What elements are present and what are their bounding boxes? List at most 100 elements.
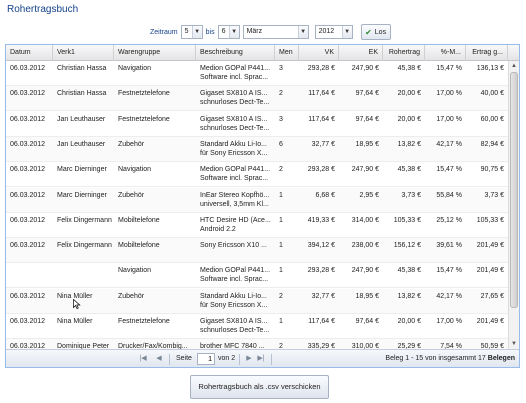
cell-roh: 45,38 € <box>397 166 421 173</box>
cell-gruppe: Zubehör <box>118 141 145 148</box>
to-day-value: 6 <box>221 28 226 35</box>
cell-ek: 2,95 € <box>359 192 379 199</box>
table-row[interactable]: 06.03.2012 Nina Müller Zubehör Standard Akk… <box>6 289 508 314</box>
cell-verk: Marc Dierninger <box>57 166 107 173</box>
cell-vk: 293,28 € <box>307 166 335 173</box>
table-row[interactable]: 06.03.2012 Felix Dingermann Mobiltelefone S… <box>6 238 508 263</box>
cell-beschreibung-line2: schnurloses Dect-Te... <box>200 125 270 132</box>
toolbar-separator <box>169 354 170 365</box>
cell-gruppe: Festnetztelefone <box>118 90 170 97</box>
col-header-ek[interactable]: EK <box>339 45 383 61</box>
cell-menge: 3 <box>279 65 283 72</box>
vertical-scrollbar[interactable]: ▲ ▼ <box>508 61 519 349</box>
table-row[interactable]: 06.03.2012 Jan Leuthauser Zubehör Standard … <box>6 137 508 162</box>
scrollbar-thumb[interactable] <box>510 72 518 308</box>
cell-beschreibung: InEar Stereo Kopfhö... <box>200 192 270 199</box>
col-header-datum[interactable]: Datum <box>6 45 53 61</box>
table-row[interactable]: 06.03.2012 Jan Leuthauser Festnetztelefone… <box>6 112 508 137</box>
table-row[interactable]: 06.03.2012 Marc Dierninger Zubehör InEar St… <box>6 188 508 213</box>
first-page-icon[interactable]: |◀ <box>138 354 148 364</box>
chevron-down-icon[interactable]: ▼ <box>228 26 239 38</box>
col-header-verk1[interactable]: Verk1 <box>53 45 114 61</box>
cell-menge: 1 <box>279 192 283 199</box>
export-csv-button[interactable]: Rohertragsbuch als .csv verschicken <box>190 375 329 399</box>
cell-vk: 32,77 € <box>311 293 335 300</box>
cell-beschreibung: Gigaset SX810 A IS... <box>200 318 268 325</box>
col-header-marge[interactable]: %-M... <box>425 45 466 61</box>
cell-vk: 419,33 € <box>307 217 335 224</box>
cell-beschreibung: Gigaset SX810 A IS... <box>200 90 268 97</box>
table-row[interactable]: 06.03.2012 Christian Hassa Festnetztelefon… <box>6 86 508 111</box>
cell-ek: 97,64 € <box>355 318 379 325</box>
toolbar-separator <box>271 354 272 365</box>
cell-menge: 2 <box>279 293 283 300</box>
los-button[interactable]: ✔ Los <box>360 24 391 40</box>
cell-roh: 20,00 € <box>397 116 421 123</box>
scroll-up-icon[interactable]: ▲ <box>509 61 519 71</box>
cell-pct: 17,00 % <box>436 90 462 97</box>
table-row[interactable]: 06.03.2012 Dominique Peter Drucker/Fax/Kom… <box>6 339 508 349</box>
cell-verk: Christian Hassa <box>57 65 107 72</box>
chevron-down-icon[interactable]: ▼ <box>191 26 202 38</box>
cell-menge: 1 <box>279 217 283 224</box>
cell-gruppe: Zubehör <box>118 192 145 199</box>
cell-beschreibung-line2: Android 2.2 <box>200 226 236 233</box>
next-page-icon[interactable]: ▶ <box>244 354 254 364</box>
month-select[interactable]: März ▼ <box>242 25 309 39</box>
bis-label: bis <box>205 28 215 36</box>
cell-ek: 247,90 € <box>351 267 379 274</box>
cell-verk: Nina Müller <box>57 318 93 325</box>
cell-menge: 2 <box>279 343 283 349</box>
cell-gruppe: Zubehör <box>118 293 145 300</box>
col-header-beschreibung[interactable]: Beschreibung <box>196 45 275 61</box>
col-header-rohertrag[interactable]: Rohertrag <box>383 45 425 61</box>
chevron-down-icon[interactable]: ▼ <box>341 26 352 38</box>
last-page-icon[interactable]: ▶| <box>256 354 266 364</box>
col-header-warengruppe[interactable]: Warengruppe <box>114 45 196 61</box>
page-label: Seite <box>176 355 192 362</box>
col-header-menge[interactable]: Men <box>275 45 299 61</box>
table-row[interactable]: 06.03.2012 Nina Müller Festnetztelefone Gig… <box>6 314 508 339</box>
from-day-select[interactable]: 5 ▼ <box>180 25 203 39</box>
cell-roh: 13,82 € <box>397 141 421 148</box>
cell-vk: 394,12 € <box>307 242 335 249</box>
cell-verk: Jan Leuthauser <box>57 116 106 123</box>
cell-gruppe: Navigation <box>118 267 152 274</box>
cell-beschreibung-line2: universell, 3,5mm Kl... <box>200 201 269 208</box>
table-row[interactable]: 06.03.2012 Marc Dierninger Navigation Medio… <box>6 162 508 187</box>
prev-page-icon[interactable]: ◀ <box>154 354 164 364</box>
mouse-cursor-icon <box>73 299 81 309</box>
cell-pct: 15,47 % <box>436 166 462 173</box>
cell-ertrag: 27,65 € <box>480 293 504 300</box>
filter-bar: Zeitraum 5 ▼ bis 6 ▼ März ▼ 2012 ▼ ✔ Los <box>150 24 391 40</box>
table-row[interactable]: Navigation Medion GOPal P441... Software i… <box>6 263 508 288</box>
los-label: Los <box>374 28 387 36</box>
cell-verk: Felix Dingermann <box>57 242 112 249</box>
cell-verk: Nina Müller <box>57 293 93 300</box>
cell-beschreibung-line2: für Sony Ericsson X... <box>200 302 268 309</box>
table-row[interactable]: 06.03.2012 Felix Dingermann Mobiltelefone H… <box>6 213 508 238</box>
cell-pct: 15,47 % <box>436 267 462 274</box>
cell-ertrag: 201,49 € <box>476 267 504 274</box>
year-select[interactable]: 2012 ▼ <box>314 25 353 39</box>
scroll-down-icon[interactable]: ▼ <box>509 339 519 349</box>
page-number-input[interactable] <box>197 353 215 365</box>
cell-pct: 42,17 % <box>436 293 462 300</box>
cell-pct: 17,00 % <box>436 116 462 123</box>
table-row[interactable]: 06.03.2012 Christian Hassa Navigation Medio… <box>6 61 508 86</box>
cell-ek: 314,00 € <box>351 217 379 224</box>
cell-datum: 06.03.2012 <box>10 343 46 349</box>
col-header-vk[interactable]: VK <box>299 45 339 61</box>
cell-pct: 25,12 % <box>436 217 462 224</box>
to-day-select[interactable]: 6 ▼ <box>217 25 240 39</box>
chevron-down-icon[interactable]: ▼ <box>297 26 308 38</box>
cell-ek: 247,90 € <box>351 166 379 173</box>
zeitraum-label: Zeitraum <box>150 28 178 36</box>
cell-beschreibung: Standard Akku Li-Io... <box>200 293 267 300</box>
cell-beschreibung-line2: Software incl. Sprac... <box>200 175 269 182</box>
cell-roh: 156,12 € <box>393 242 421 249</box>
cell-datum: 06.03.2012 <box>10 318 46 325</box>
cell-gruppe: Drucker/Fax/Kombig... <box>118 343 188 349</box>
col-header-ertrag[interactable]: Ertrag g... <box>466 45 508 61</box>
cell-pct: 7,54 % <box>440 343 462 349</box>
